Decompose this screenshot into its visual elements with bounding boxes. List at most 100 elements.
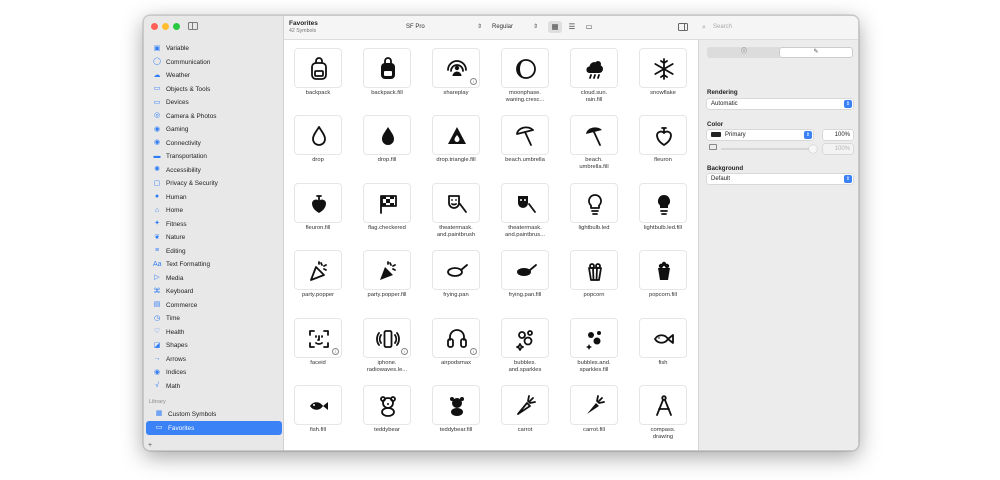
symbol-tile[interactable]: i xyxy=(432,318,480,358)
add-collection-button[interactable]: + xyxy=(148,442,152,449)
secondary-opacity-field[interactable]: 100% xyxy=(823,144,853,154)
symbol-cell[interactable]: drop.fill xyxy=(353,113,421,180)
info-badge-icon[interactable]: i xyxy=(470,348,477,355)
symbol-tile[interactable] xyxy=(294,385,342,425)
symbol-tile[interactable] xyxy=(363,115,411,155)
sidebar-item[interactable]: ▭ Objects & Tools xyxy=(144,83,284,97)
symbol-tile[interactable] xyxy=(639,318,687,358)
gallery-view-icon[interactable]: ▭ xyxy=(582,21,596,33)
symbol-tile[interactable]: i xyxy=(363,318,411,358)
grid-view-icon[interactable]: ▦ xyxy=(548,21,562,33)
symbol-cell[interactable]: carrot xyxy=(491,383,559,450)
info-badge-icon[interactable]: i xyxy=(470,78,477,85)
symbol-cell[interactable]: teddybear xyxy=(353,383,421,450)
symbol-cell[interactable]: bubbles.and. sparkles.fill xyxy=(560,316,628,383)
symbol-tile[interactable] xyxy=(639,115,687,155)
library-item[interactable]: ▦ Custom Symbols xyxy=(146,407,282,421)
sidebar-item[interactable]: → Arrows xyxy=(144,353,284,367)
symbol-tile[interactable] xyxy=(501,250,549,290)
sidebar-item[interactable]: ≡ Editing xyxy=(144,245,284,259)
symbol-cell[interactable]: flag.checkered xyxy=(353,181,421,248)
symbol-cell[interactable]: lightbulb.led xyxy=(560,181,628,248)
symbol-cell[interactable]: backpack.fill xyxy=(353,46,421,113)
symbol-tile[interactable] xyxy=(501,385,549,425)
symbol-cell[interactable]: theatermask. and.paintbrush xyxy=(422,181,490,248)
symbol-tile[interactable] xyxy=(501,48,549,88)
symbol-tile[interactable] xyxy=(363,385,411,425)
sidebar-item[interactable]: ▷ Media xyxy=(144,272,284,286)
symbol-tile[interactable] xyxy=(570,115,618,155)
symbol-tile[interactable] xyxy=(363,183,411,223)
primary-opacity-field[interactable]: 100% xyxy=(823,130,853,140)
sidebar-item[interactable]: ▤ Commerce xyxy=(144,299,284,313)
sidebar-item[interactable]: ◉ Connectivity xyxy=(144,137,284,151)
library-item[interactable]: ▭ Favorites xyxy=(146,421,282,435)
symbol-tile[interactable] xyxy=(570,183,618,223)
sidebar-item[interactable]: ✦ Fitness xyxy=(144,218,284,232)
info-badge-icon[interactable]: i xyxy=(332,348,339,355)
symbol-tile[interactable] xyxy=(432,183,480,223)
tab-info[interactable]: ⓘ xyxy=(708,48,780,57)
primary-color-select[interactable]: Primary ⇕ xyxy=(707,130,813,140)
symbol-cell[interactable]: frying.pan.fill xyxy=(491,248,559,315)
symbol-cell[interactable]: popcorn.fill xyxy=(629,248,697,315)
sidebar-item[interactable]: ▬ Transportation xyxy=(144,150,284,164)
sidebar-item[interactable]: ◎ Camera & Photos xyxy=(144,110,284,124)
sidebar-item[interactable]: ▭ Devices xyxy=(144,96,284,110)
tab-rendering[interactable]: ✎ xyxy=(780,48,852,57)
symbol-tile[interactable] xyxy=(570,385,618,425)
sidebar-item[interactable]: √ Math xyxy=(144,380,284,394)
symbol-tile[interactable] xyxy=(432,385,480,425)
sidebar-item[interactable]: Aa Text Formatting xyxy=(144,258,284,272)
symbol-cell[interactable]: party.popper xyxy=(284,248,352,315)
symbol-tile[interactable] xyxy=(570,48,618,88)
symbol-cell[interactable]: bubbles. and.sparkles xyxy=(491,316,559,383)
search-field[interactable]: ⌕ Search xyxy=(698,21,856,34)
sidebar-item[interactable]: ◉ Gaming xyxy=(144,123,284,137)
sidebar-item[interactable]: ◯ Communication xyxy=(144,56,284,70)
sidebar-item[interactable]: ● Human xyxy=(144,191,284,205)
symbol-cell[interactable]: frying.pan xyxy=(422,248,490,315)
symbol-cell[interactable]: moonphase. waning.cresc... xyxy=(491,46,559,113)
symbol-tile[interactable]: i xyxy=(294,318,342,358)
symbol-cell[interactable]: i faceid xyxy=(284,316,352,383)
sidebar-item[interactable]: ▣ Variable xyxy=(144,42,284,56)
inspector-toggle-icon[interactable] xyxy=(678,23,688,31)
list-view-icon[interactable]: ☰ xyxy=(565,21,579,33)
symbol-cell[interactable]: lightbulb.led.fill xyxy=(629,181,697,248)
symbol-cell[interactable]: snowflake xyxy=(629,46,697,113)
symbol-cell[interactable]: popcorn xyxy=(560,248,628,315)
sidebar-item[interactable]: ✺ Accessibility xyxy=(144,164,284,178)
symbol-cell[interactable]: fleuron.fill xyxy=(284,181,352,248)
symbol-tile[interactable] xyxy=(363,48,411,88)
symbol-tile[interactable] xyxy=(294,183,342,223)
symbol-cell[interactable]: drop.triangle.fill xyxy=(422,113,490,180)
background-select[interactable]: Default ⇕ xyxy=(707,174,853,184)
weight-popup[interactable]: Regular ⇕ xyxy=(489,22,539,33)
symbol-cell[interactable]: teddybear.fill xyxy=(422,383,490,450)
sidebar-item[interactable]: ▢ Privacy & Security xyxy=(144,177,284,191)
sidebar-item[interactable]: ♡ Health xyxy=(144,326,284,340)
symbol-tile[interactable] xyxy=(294,115,342,155)
sidebar-item[interactable]: ☁ Weather xyxy=(144,69,284,83)
symbol-tile[interactable] xyxy=(639,48,687,88)
symbol-cell[interactable]: beach. umbrella.fill xyxy=(560,113,628,180)
symbol-tile[interactable] xyxy=(501,115,549,155)
symbol-tile[interactable] xyxy=(432,115,480,155)
symbol-tile[interactable] xyxy=(570,250,618,290)
symbol-cell[interactable]: drop xyxy=(284,113,352,180)
sidebar-item[interactable]: ⌘ Keyboard xyxy=(144,285,284,299)
symbol-cell[interactable]: beach.umbrella xyxy=(491,113,559,180)
symbol-tile[interactable] xyxy=(294,48,342,88)
sidebar-item[interactable]: ❦ Nature xyxy=(144,231,284,245)
symbol-tile[interactable] xyxy=(639,250,687,290)
sidebar-item[interactable]: ◉ Indices xyxy=(144,366,284,380)
symbol-cell[interactable]: theatermask. and.paintbrus... xyxy=(491,181,559,248)
symbol-cell[interactable]: carrot.fill xyxy=(560,383,628,450)
sidebar-item[interactable]: ◪ Shapes xyxy=(144,339,284,353)
zoom-button[interactable] xyxy=(173,23,180,30)
symbol-cell[interactable]: cloud.sun. rain.fill xyxy=(560,46,628,113)
symbol-cell[interactable]: fish xyxy=(629,316,697,383)
symbol-tile[interactable] xyxy=(639,385,687,425)
symbol-cell[interactable]: i airpodsmax xyxy=(422,316,490,383)
